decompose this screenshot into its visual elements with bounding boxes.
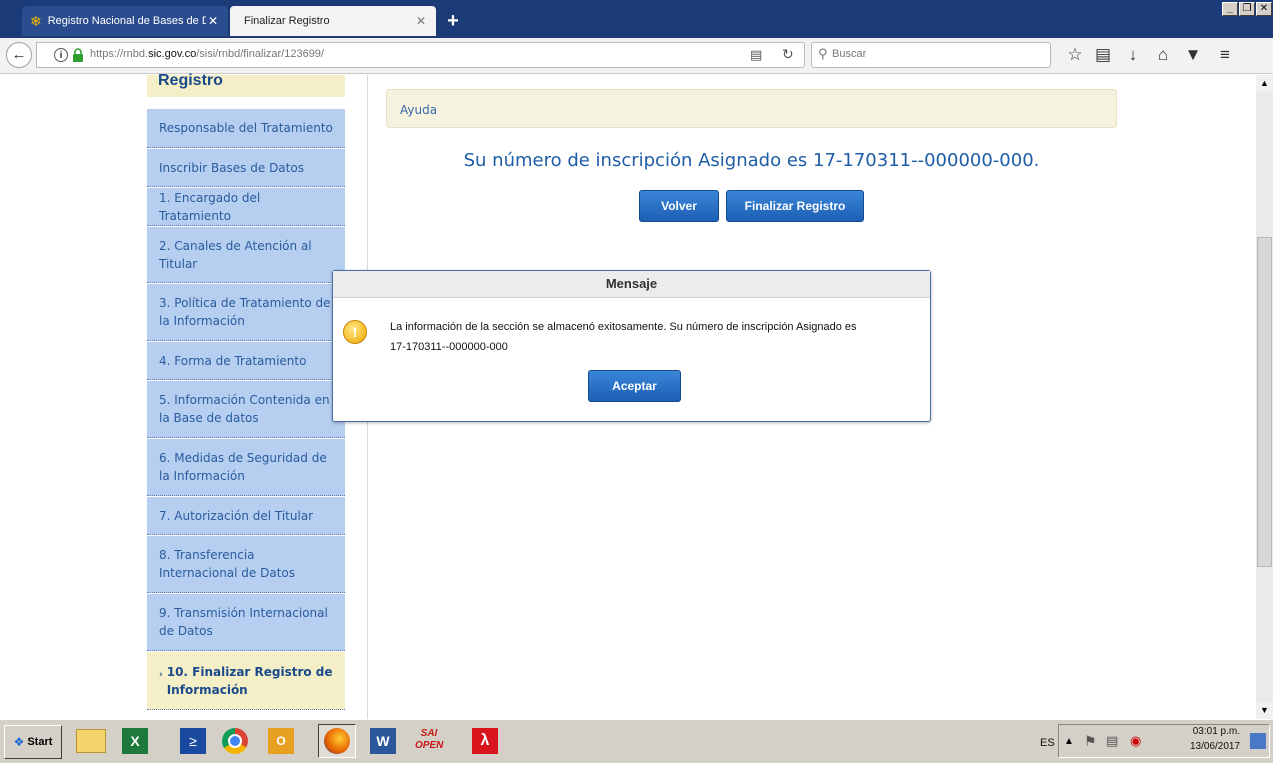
warning-icon: ! [343, 320, 367, 344]
volume-muted-icon[interactable]: ◉ [1130, 733, 1141, 749]
bookmark-star-icon[interactable]: ☆ [1064, 44, 1086, 66]
download-arrow-icon[interactable]: ↓ [1122, 44, 1144, 66]
inscription-message: Su número de inscripción Asignado es 17-… [463, 150, 1040, 171]
volver-button[interactable]: Volver [639, 190, 719, 222]
close-window-icon[interactable]: ✕ [1256, 2, 1272, 16]
sidebar-item-label: 7. Autorización del Titular [159, 508, 314, 523]
action-center-flag-icon[interactable]: ⚑ [1084, 733, 1097, 750]
close-tab-icon[interactable]: ✕ [206, 14, 220, 28]
windows-logo-icon: ❖ [13, 735, 25, 749]
sidebar-item-label: 9. Transmisión Internacional de Datos [159, 606, 328, 638]
show-desktop-icon[interactable] [1250, 733, 1266, 749]
sidebar-item-label: 10. Finalizar Registro de Información [166, 664, 333, 697]
sidebar-item-canales[interactable]: 2. Canales de Atención al Titular [147, 227, 345, 283]
sidebar-item-finalizar[interactable]: › 10. Finalizar Registro de Información [147, 652, 345, 710]
chrome-icon[interactable] [216, 724, 254, 758]
tab-title: Finalizar Registro [244, 15, 330, 27]
sidebar-item-label: Inscribir Bases de Datos [159, 160, 304, 175]
reader-view-icon[interactable]: ▤ [750, 47, 766, 63]
clock-time[interactable]: 03:01 p.m. [1190, 726, 1240, 737]
sidebar-item-label: 8. Transferencia Internacional de Datos [159, 548, 296, 580]
tab-title: Registro Nacional de Bases de D [47, 15, 206, 27]
hamburger-menu-icon[interactable]: ≡ [1214, 44, 1236, 66]
sidebar-item-transferencia[interactable]: 8. Transferencia Internacional de Datos [147, 536, 345, 593]
sidebar-item-autorizacion[interactable]: 7. Autorización del Titular [147, 497, 345, 535]
start-label: Start [27, 736, 53, 748]
sidebar-item-label: Responsable del Tratamiento [159, 121, 333, 135]
home-icon[interactable]: ⌂ [1152, 44, 1174, 66]
url-path: /sisi/rnbd/finalizar/123699/ [196, 48, 324, 60]
clock-date[interactable]: 13/06/2017 [1190, 741, 1240, 752]
language-indicator[interactable]: ES [1040, 737, 1055, 749]
tab-registro-nacional[interactable]: ❄ Registro Nacional de Bases de D ✕ [22, 6, 228, 36]
url-domain: sic.gov.co [148, 48, 197, 60]
sic-favicon-icon: ❄ [30, 12, 42, 29]
scrollbar-thumb[interactable] [1257, 237, 1272, 567]
search-icon: ⚲ [818, 46, 828, 61]
sidebar-item-label: 4. Forma de Tratamiento [159, 353, 307, 368]
finalizar-registro-button[interactable]: Finalizar Registro [726, 190, 864, 222]
sidebar-item-label: 1. Encargado del Tratamiento [159, 190, 261, 223]
start-button[interactable]: ❖ Start [4, 725, 62, 759]
bullet-arrow-icon: › [159, 670, 163, 680]
file-explorer-icon[interactable] [72, 724, 110, 758]
url-text[interactable]: https://rnbd.sic.gov.co/sisi/rnbd/finali… [90, 48, 650, 64]
bookmarks-list-icon[interactable]: ▤ [1092, 44, 1114, 66]
sidebar-item-medidas-seguridad[interactable]: 6. Medidas de Seguridad de la Informació… [147, 439, 345, 496]
sidebar-item-label: 5. Información Contenida en la Base de d… [159, 393, 330, 425]
excel-icon[interactable]: X [116, 724, 154, 758]
firefox-icon[interactable] [318, 724, 356, 758]
aceptar-button[interactable]: Aceptar [588, 370, 681, 402]
network-icon[interactable]: ▤ [1106, 733, 1118, 749]
lock-icon [73, 48, 83, 62]
back-arrow-icon[interactable]: ← [6, 42, 32, 68]
sidebar-title: Registro [158, 72, 223, 89]
show-hidden-icons-icon[interactable]: ▲ [1064, 736, 1074, 747]
powershell-icon[interactable]: ≥ [174, 724, 212, 758]
dialog-message-line2: 17-170311--000000-000 [390, 341, 508, 353]
tab-finalizar-registro[interactable]: Finalizar Registro ✕ [230, 6, 436, 36]
sidebar-item-label: 3. Política de Tratamiento de la Informa… [159, 296, 331, 328]
sidebar-item-informacion-contenida[interactable]: 5. Información Contenida en la Base de d… [147, 381, 345, 438]
search-placeholder: Buscar [832, 48, 867, 60]
url-prefix: https://rnbd. [90, 48, 149, 60]
scroll-down-arrow-icon[interactable]: ▼ [1256, 702, 1273, 719]
sidebar-item-forma[interactable]: 4. Forma de Tratamiento [147, 342, 345, 380]
dialog-title: Mensaje [605, 276, 658, 291]
sidebar-item-politica[interactable]: 3. Política de Tratamiento de la Informa… [147, 284, 345, 341]
scroll-up-arrow-icon[interactable]: ▲ [1256, 75, 1273, 92]
help-panel[interactable] [386, 89, 1117, 128]
restore-window-icon[interactable]: ❐ [1239, 2, 1255, 16]
acrobat-icon[interactable]: λ [466, 724, 504, 758]
site-info-icon[interactable]: i [54, 48, 68, 62]
close-tab-icon[interactable]: ✕ [414, 14, 428, 28]
reload-icon[interactable]: ↻ [782, 46, 798, 62]
dialog-message-line1: La información de la sección se almacenó… [390, 321, 857, 333]
help-label[interactable]: Ayuda [400, 103, 437, 117]
sidebar-item-responsable[interactable]: Responsable del Tratamiento [147, 109, 345, 148]
new-tab-plus-icon[interactable]: + [440, 8, 466, 34]
outlook-icon[interactable]: O [262, 724, 300, 758]
sidebar-item-transmision[interactable]: 9. Transmisión Internacional de Datos [147, 594, 345, 651]
sidebar-item-inscribir[interactable]: Inscribir Bases de Datos [147, 149, 345, 187]
minimize-window-icon[interactable]: _ [1222, 2, 1238, 16]
sai-open-icon[interactable]: SAI OPEN [410, 724, 448, 758]
sidebar-item-encargado[interactable]: 1. Encargado del Tratamiento [147, 188, 345, 226]
sidebar-item-label: 6. Medidas de Seguridad de la Informació… [159, 451, 327, 483]
word-icon[interactable]: W [364, 724, 402, 758]
pocket-icon[interactable]: ▼ [1182, 44, 1204, 66]
sidebar-item-label: 2. Canales de Atención al Titular [159, 238, 312, 271]
